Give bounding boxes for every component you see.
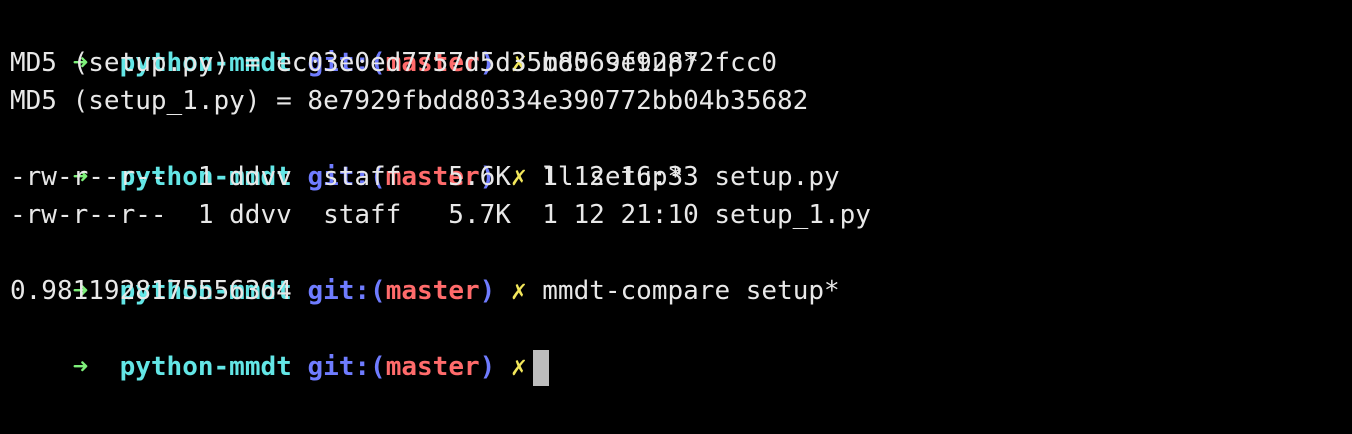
prompt-line: ➜ python-mmdt git:(master) ✗ mmdt-compar… bbox=[10, 234, 1340, 306]
prompt-git-prefix: git:( bbox=[307, 276, 386, 306]
prompt-dirty-mark: ✗ bbox=[510, 352, 527, 382]
prompt-line: ➜ python-mmdt git:(master) ✗ ll setup* bbox=[10, 120, 1340, 192]
prompt-branch: master bbox=[385, 352, 480, 382]
prompt-git-prefix: git:( bbox=[307, 352, 386, 382]
prompt-branch: master bbox=[385, 276, 480, 306]
output-line: -rw-r--r-- 1 ddvv staff 5.7K 1 12 21:10 … bbox=[10, 200, 871, 230]
prompt-git-suffix: ) bbox=[479, 276, 496, 306]
cursor-block bbox=[532, 349, 549, 386]
output-line: MD5 (setup_1.py) = 8e7929fbdd80334e39077… bbox=[10, 86, 809, 116]
output-line: MD5 (setup.py) = ec03e0ed7757d5d35b8069f… bbox=[10, 48, 778, 78]
active-prompt-line[interactable]: ➜ python-mmdt git:(master) ✗ bbox=[10, 310, 1340, 386]
terminal-window[interactable]: ➜ python-mmdt git:(master) ✗ md5 setup* … bbox=[10, 6, 1340, 386]
output-line: -rw-r--r-- 1 ddvv staff 5.6K 1 12 16:33 … bbox=[10, 162, 840, 192]
prompt-directory: python-mmdt bbox=[119, 352, 292, 382]
prompt-dirty-mark: ✗ bbox=[510, 276, 527, 306]
prompt-line: ➜ python-mmdt git:(master) ✗ md5 setup* bbox=[10, 6, 1340, 78]
command-text: mmdt-compare setup* bbox=[542, 276, 840, 306]
prompt-arrow: ➜ bbox=[72, 352, 89, 382]
prompt-git-suffix: ) bbox=[479, 352, 496, 382]
